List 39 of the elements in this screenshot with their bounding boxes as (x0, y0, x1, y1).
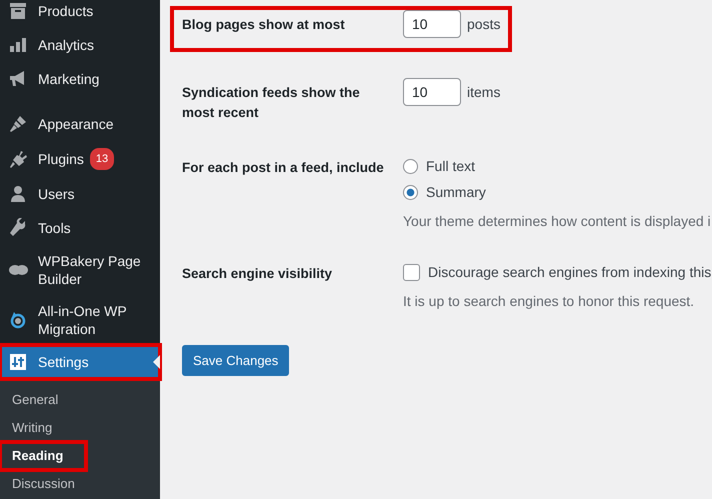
sidebar-item[interactable]: Settings (0, 345, 160, 379)
plug-icon (8, 149, 28, 169)
submenu-item[interactable]: Reading (0, 442, 86, 470)
checkbox[interactable] (403, 264, 420, 280)
sidebar-item[interactable]: Marketing (0, 62, 160, 96)
brush-icon (8, 114, 28, 134)
setting-label: Syndication feeds show the most recent (182, 84, 361, 122)
option-label: Summary (426, 184, 486, 200)
sidebar-item[interactable]: Analytics (0, 28, 160, 62)
option-label: Full text (426, 158, 476, 174)
sidebar-item[interactable]: Products (0, 0, 160, 28)
setting-label: Search engine visibility (182, 265, 334, 283)
number-field[interactable]: 10 (403, 78, 461, 106)
update-count-badge: 13 (90, 148, 114, 170)
sidebar-item[interactable]: Tools (0, 211, 160, 245)
option-label: Discourage search engines from indexing this (428, 264, 712, 280)
submenu-item[interactable]: Discussion (0, 470, 86, 498)
radio-button[interactable] (403, 184, 418, 200)
setting-label: Blog pages show at most (182, 16, 346, 34)
user-icon (8, 184, 28, 204)
sidebar-item[interactable]: Users (0, 177, 160, 211)
settings-icon (8, 352, 28, 372)
radio-button[interactable] (403, 158, 418, 174)
description-text: It is up to search engines to honor this request. (403, 293, 696, 309)
save-changes-button[interactable]: Save Changes (182, 345, 290, 376)
sidebar-item[interactable]: WPBakery Page Builder (0, 245, 160, 295)
wrench-icon (8, 218, 28, 238)
unit-label: items (467, 84, 500, 100)
setting-label: For each post in a feed, include (182, 159, 385, 177)
bar-chart-icon (8, 35, 28, 55)
unit-label: posts (467, 16, 500, 32)
number-field[interactable]: 10 (403, 10, 461, 38)
sidebar-item[interactable]: All-in-One WP Migration (0, 295, 160, 345)
submenu-item[interactable]: General (0, 386, 86, 414)
sidebar-item[interactable]: Plugins 13 (0, 141, 160, 177)
submenu-item[interactable]: Writing (0, 414, 86, 442)
cycle-icon (8, 310, 28, 330)
sidebar-item[interactable]: Appearance (0, 107, 160, 141)
description-text: Your theme determines how content is displayed i (403, 213, 711, 229)
